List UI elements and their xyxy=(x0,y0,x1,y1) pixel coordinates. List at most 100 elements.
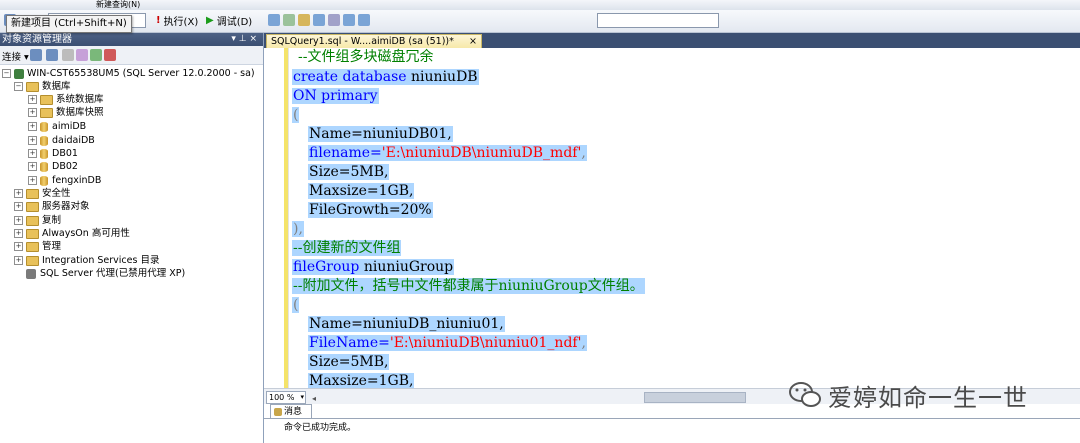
code-line: ( xyxy=(292,106,300,125)
collapse-icon[interactable]: − xyxy=(2,69,11,78)
disconnect-icon[interactable] xyxy=(46,49,58,61)
tree-folder[interactable]: + 管理 xyxy=(14,240,61,253)
connect-icon[interactable] xyxy=(30,49,42,61)
code-line: Size=5MB, xyxy=(308,353,390,372)
database-icon xyxy=(40,121,48,132)
string-literal: 'E:\niuniuDB\niuniuDB_mdf' xyxy=(381,145,582,161)
comment-icon xyxy=(343,14,355,26)
tree-database-snapshots[interactable]: + 数据库快照 xyxy=(28,106,104,119)
watermark: 爱婷如命一生一世 xyxy=(788,378,1028,412)
expand-icon[interactable]: + xyxy=(28,108,37,117)
folder-icon xyxy=(26,81,39,92)
agent-icon xyxy=(26,268,36,279)
code-line: Name=niuniuDB_niuniu01, xyxy=(308,315,505,334)
expand-icon[interactable]: + xyxy=(28,122,37,131)
zoom-select[interactable]: 100 % ▾ xyxy=(266,391,306,404)
folder-icon xyxy=(26,188,39,199)
refresh-icon[interactable] xyxy=(90,49,102,61)
tree-database-item[interactable]: + DB01 xyxy=(28,147,78,160)
scroll-thumb[interactable] xyxy=(644,392,746,403)
execute-label: 执行(X) xyxy=(163,16,199,28)
activity-monitor-icon[interactable] xyxy=(104,49,116,61)
tree-server[interactable]: − WIN-CST65538UM5 (SQL Server 12.0.2000 -… xyxy=(2,67,255,80)
connect-button[interactable]: 连接 ▾ xyxy=(2,49,29,63)
result-message: 命令已成功完成。 xyxy=(284,423,357,433)
tree-folder[interactable]: + 安全性 xyxy=(14,187,71,200)
database-label: DB02 xyxy=(52,161,78,172)
expand-icon[interactable]: + xyxy=(28,149,37,158)
pane-controls[interactable]: ▾ ⊥ × xyxy=(231,33,257,46)
code-line: --附加文件，括号中文件都隶属于niuniuGroup文件组。 xyxy=(292,277,645,296)
tree-folder[interactable]: + 服务器对象 xyxy=(14,200,90,213)
folder-icon xyxy=(40,107,53,118)
code-line: --文件组多块磁盘冗余 xyxy=(298,48,433,67)
tree-databases[interactable]: − 数据库 xyxy=(14,80,71,93)
expand-icon[interactable]: + xyxy=(14,229,23,238)
identifier: niuniuDB xyxy=(406,69,478,85)
query-tools[interactable] xyxy=(268,13,373,27)
folder-icon xyxy=(26,215,39,226)
expand-icon[interactable]: + xyxy=(28,162,37,171)
change-marker xyxy=(284,48,288,388)
folder-icon xyxy=(26,241,39,252)
punct: , xyxy=(581,145,586,161)
database-snapshots-label: 数据库快照 xyxy=(56,107,104,118)
database-icon xyxy=(40,175,48,186)
solution-combo[interactable] xyxy=(597,13,719,28)
scroll-left-icon[interactable]: ◂ xyxy=(312,394,316,403)
expand-icon[interactable]: + xyxy=(14,189,23,198)
tree-folder[interactable]: + AlwaysOn 高可用性 xyxy=(14,227,130,240)
object-explorer-toolbar: 连接 ▾ xyxy=(0,46,263,65)
expand-icon[interactable]: + xyxy=(28,176,37,185)
tree-sql-agent[interactable]: SQL Server 代理(已禁用代理 XP) xyxy=(26,267,185,280)
folder-label: AlwaysOn 高可用性 xyxy=(42,228,130,239)
execute-icon: ! xyxy=(156,14,161,26)
object-explorer-title: 对象资源管理器 xyxy=(2,34,72,45)
tree-system-databases[interactable]: + 系统数据库 xyxy=(28,93,104,106)
object-explorer: 对象资源管理器 ▾ ⊥ × 连接 ▾ − WIN-CST65538UM5 (SQL… xyxy=(0,33,264,443)
string-literal: 'E:\niuniuDB\niuniu01_ndf' xyxy=(389,335,582,351)
close-icon[interactable]: × xyxy=(469,35,477,49)
expand-icon[interactable]: + xyxy=(14,202,23,211)
tree-folder[interactable]: + Integration Services 目录 xyxy=(14,254,159,267)
database-icon xyxy=(40,148,48,159)
tab-query[interactable]: SQLQuery1.sql - W....aimiDB (sa (51))* × xyxy=(266,34,482,49)
stop-icon[interactable] xyxy=(62,49,74,61)
indent-icon xyxy=(358,14,370,26)
folder-label: Integration Services 目录 xyxy=(42,255,160,266)
code-editor[interactable]: --文件组多块磁盘冗余 create database niuniuDB ON … xyxy=(264,48,1080,388)
keyword: filename= xyxy=(309,145,382,161)
debug-label: 调试(D) xyxy=(216,16,253,28)
folder-icon xyxy=(26,255,39,266)
tree-database-item[interactable]: + DB02 xyxy=(28,160,78,173)
expand-icon[interactable]: + xyxy=(14,242,23,251)
tree-database-item[interactable]: + aimiDB xyxy=(28,120,86,133)
message-icon xyxy=(274,407,282,416)
new-query-button[interactable]: 新建查询(N) xyxy=(96,0,140,9)
folder-label: 安全性 xyxy=(42,188,71,199)
collapse-icon[interactable]: − xyxy=(14,82,23,91)
paren: ( xyxy=(292,297,300,313)
debug-button[interactable]: ▶ 调试(D) xyxy=(206,13,253,28)
tab-messages[interactable]: 消息 xyxy=(270,404,312,419)
database-icon xyxy=(40,135,48,146)
database-label: aimiDB xyxy=(52,121,87,132)
tree-database-item[interactable]: + daidaiDB xyxy=(28,134,95,147)
expand-icon[interactable]: + xyxy=(14,256,23,265)
comment-text: --附加文件，括号中文件都隶属于niuniuGroup文件组。 xyxy=(292,278,645,294)
code-text: Size=5MB, xyxy=(308,354,390,370)
expand-icon[interactable]: + xyxy=(28,95,37,104)
filter-icon[interactable] xyxy=(76,49,88,61)
execute-button[interactable]: ! 执行(X) xyxy=(156,13,199,28)
code-text: Name=niuniuDB01, xyxy=(308,126,453,142)
tree-database-item[interactable]: + fengxinDB xyxy=(28,174,101,187)
tree-folder[interactable]: + 复制 xyxy=(14,214,61,227)
database-icon xyxy=(40,161,48,172)
expand-icon[interactable]: + xyxy=(14,216,23,225)
expand-icon[interactable]: + xyxy=(28,136,37,145)
tooltip: 新建项目 (Ctrl+Shift+N) xyxy=(6,15,132,33)
code-line: create database niuniuDB xyxy=(292,68,479,87)
tab-title: SQLQuery1.sql - W....aimiDB (sa (51))* xyxy=(271,36,454,47)
editor-gutter xyxy=(264,48,289,388)
keyword: ON primary xyxy=(293,88,378,104)
